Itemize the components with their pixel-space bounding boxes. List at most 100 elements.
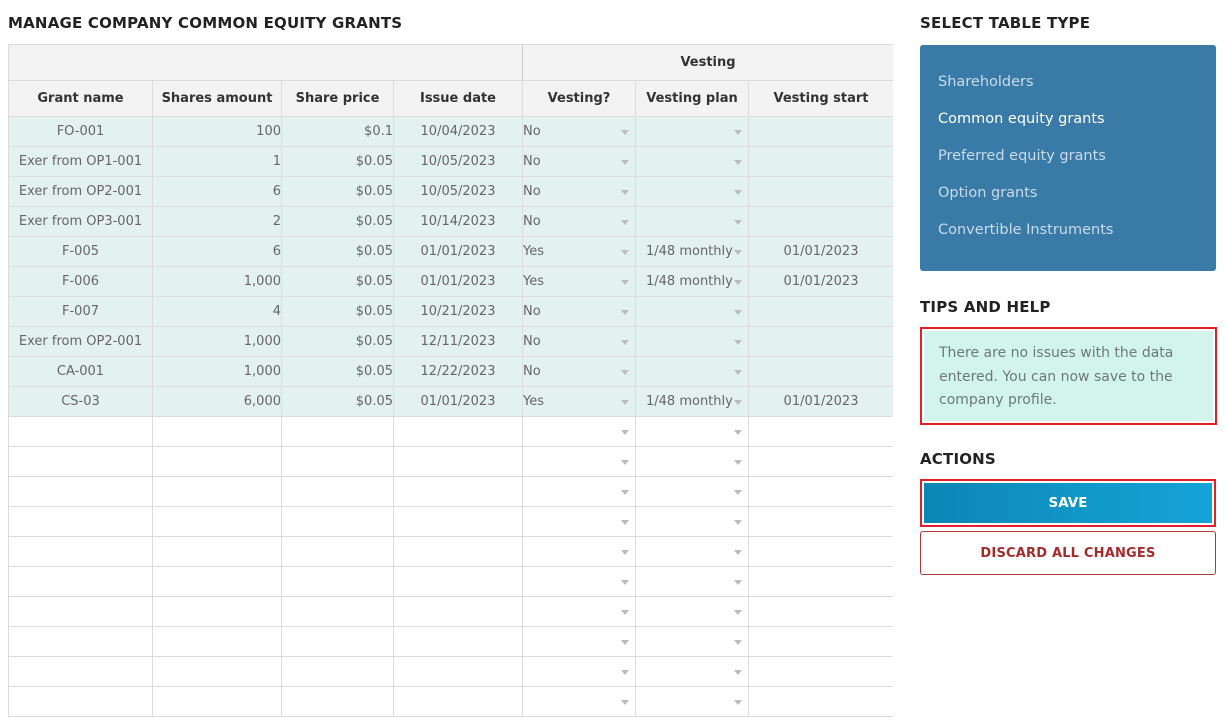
cell-issue-date[interactable]	[393, 416, 523, 447]
cell-shares-amount[interactable]	[152, 686, 282, 717]
cell-issue-date[interactable]	[393, 686, 523, 717]
cell-issue-date[interactable]: 12/22/2023	[393, 356, 523, 387]
cell-shares-amount[interactable]: 4	[152, 296, 282, 327]
cell-vesting-plan-select[interactable]: 1/48 monthly	[635, 266, 749, 297]
cell-vesting-plan-select[interactable]	[635, 116, 749, 147]
cell-share-price[interactable]: $0.05	[281, 356, 394, 387]
cell-vesting-start[interactable]	[747, 116, 893, 147]
cell-shares-amount[interactable]: 100	[152, 116, 282, 147]
cell-vesting-select[interactable]: Yes	[522, 266, 636, 297]
cell-grant-name[interactable]: F-007	[8, 296, 153, 327]
cell-vesting-start[interactable]	[747, 176, 893, 207]
cell-grant-name[interactable]	[8, 596, 153, 627]
cell-share-price[interactable]: $0.05	[281, 176, 394, 207]
cell-vesting-plan-select[interactable]	[635, 596, 749, 627]
cell-vesting-start[interactable]	[747, 686, 893, 717]
cell-issue-date[interactable]: 10/05/2023	[393, 176, 523, 207]
cell-shares-amount[interactable]: 2	[152, 206, 282, 237]
cell-grant-name[interactable]	[8, 626, 153, 657]
cell-share-price[interactable]	[281, 446, 394, 477]
cell-vesting-select[interactable]: Yes	[522, 236, 636, 267]
cell-shares-amount[interactable]: 1	[152, 146, 282, 177]
cell-grant-name[interactable]	[8, 656, 153, 687]
cell-share-price[interactable]	[281, 686, 394, 717]
cell-share-price[interactable]: $0.05	[281, 266, 394, 297]
cell-vesting-plan-select[interactable]	[635, 476, 749, 507]
cell-grant-name[interactable]	[8, 506, 153, 537]
cell-issue-date[interactable]: 12/11/2023	[393, 326, 523, 357]
cell-vesting-start[interactable]	[747, 506, 893, 537]
cell-shares-amount[interactable]: 1,000	[152, 266, 282, 297]
cell-shares-amount[interactable]	[152, 566, 282, 597]
cell-grant-name[interactable]: F-006	[8, 266, 153, 297]
col-header-grant-name[interactable]: Grant name	[8, 80, 153, 117]
col-header-shares-amount[interactable]: Shares amount	[152, 80, 282, 117]
table-type-shareholders[interactable]: Shareholders	[938, 74, 1034, 90]
table-type-common-equity-grants[interactable]: Common equity grants	[938, 111, 1105, 127]
save-button[interactable]: SAVE	[920, 479, 1216, 527]
cell-vesting-select[interactable]: No	[522, 116, 636, 147]
cell-issue-date[interactable]	[393, 656, 523, 687]
cell-shares-amount[interactable]	[152, 656, 282, 687]
cell-vesting-start[interactable]	[747, 656, 893, 687]
cell-shares-amount[interactable]	[152, 626, 282, 657]
cell-share-price[interactable]: $0.05	[281, 206, 394, 237]
cell-share-price[interactable]	[281, 596, 394, 627]
cell-vesting-start[interactable]	[747, 566, 893, 597]
cell-vesting-select[interactable]	[522, 626, 636, 657]
cell-vesting-plan-select[interactable]	[635, 206, 749, 237]
col-header-vesting[interactable]: Vesting?	[522, 80, 636, 117]
cell-shares-amount[interactable]	[152, 536, 282, 567]
cell-vesting-start[interactable]	[747, 446, 893, 477]
cell-vesting-plan-select[interactable]	[635, 356, 749, 387]
col-header-issue-date[interactable]: Issue date	[393, 80, 523, 117]
cell-issue-date[interactable]	[393, 506, 523, 537]
cell-shares-amount[interactable]: 6,000	[152, 386, 282, 417]
cell-share-price[interactable]	[281, 536, 394, 567]
cell-vesting-select[interactable]: No	[522, 176, 636, 207]
cell-vesting-select[interactable]	[522, 506, 636, 537]
col-header-vesting-plan[interactable]: Vesting plan	[635, 80, 749, 117]
cell-grant-name[interactable]	[8, 686, 153, 717]
cell-vesting-select[interactable]: No	[522, 296, 636, 327]
cell-vesting-start[interactable]	[747, 476, 893, 507]
cell-issue-date[interactable]	[393, 536, 523, 567]
col-header-share-price[interactable]: Share price	[281, 80, 394, 117]
cell-share-price[interactable]: $0.05	[281, 146, 394, 177]
cell-vesting-plan-select[interactable]: 1/48 monthly	[635, 236, 749, 267]
cell-share-price[interactable]	[281, 566, 394, 597]
cell-grant-name[interactable]	[8, 536, 153, 567]
cell-issue-date[interactable]: 01/01/2023	[393, 266, 523, 297]
cell-vesting-start[interactable]: 01/01/2023	[747, 386, 893, 417]
cell-vesting-start[interactable]	[747, 326, 893, 357]
cell-vesting-select[interactable]	[522, 566, 636, 597]
cell-vesting-select[interactable]	[522, 596, 636, 627]
cell-vesting-select[interactable]: No	[522, 356, 636, 387]
cell-vesting-plan-select[interactable]	[635, 506, 749, 537]
cell-vesting-select[interactable]: No	[522, 206, 636, 237]
cell-grant-name[interactable]: FO-001	[8, 116, 153, 147]
cell-issue-date[interactable]	[393, 596, 523, 627]
cell-share-price[interactable]	[281, 506, 394, 537]
cell-shares-amount[interactable]: 1,000	[152, 326, 282, 357]
cell-vesting-select[interactable]	[522, 476, 636, 507]
cell-shares-amount[interactable]	[152, 596, 282, 627]
cell-vesting-start[interactable]	[747, 206, 893, 237]
cell-vesting-start[interactable]	[747, 596, 893, 627]
cell-issue-date[interactable]	[393, 566, 523, 597]
cell-vesting-plan-select[interactable]	[635, 536, 749, 567]
cell-share-price[interactable]	[281, 476, 394, 507]
cell-vesting-select[interactable]	[522, 446, 636, 477]
table-type-convertible-instruments[interactable]: Convertible Instruments	[938, 222, 1113, 238]
cell-vesting-plan-select[interactable]	[635, 326, 749, 357]
cell-issue-date[interactable]: 01/01/2023	[393, 236, 523, 267]
cell-grant-name[interactable]	[8, 566, 153, 597]
cell-vesting-start[interactable]	[747, 416, 893, 447]
cell-share-price[interactable]: $0.05	[281, 326, 394, 357]
cell-grant-name[interactable]: CS-03	[8, 386, 153, 417]
cell-vesting-select[interactable]	[522, 416, 636, 447]
cell-share-price[interactable]	[281, 656, 394, 687]
cell-share-price[interactable]	[281, 626, 394, 657]
cell-vesting-plan-select[interactable]: 1/48 monthly	[635, 386, 749, 417]
cell-vesting-start[interactable]	[747, 536, 893, 567]
